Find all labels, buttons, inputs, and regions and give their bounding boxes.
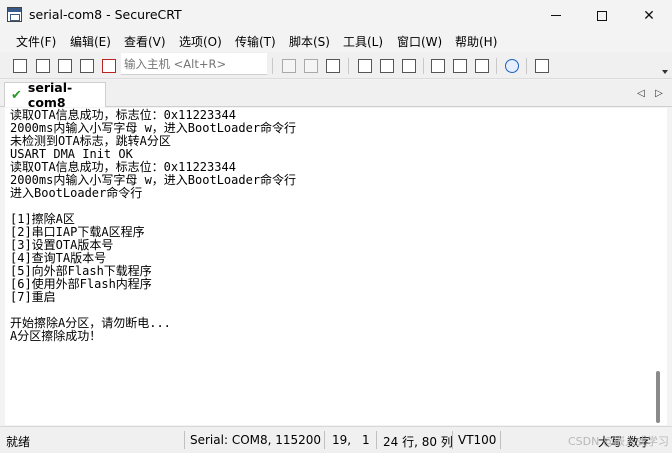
disconnect-icon[interactable] (99, 56, 118, 75)
minimize-button[interactable] (533, 0, 579, 31)
status-ready: 就绪 (6, 435, 31, 449)
menu-options[interactable]: 选项(O) (179, 33, 222, 50)
terminal-line: [7]重启 (10, 290, 56, 304)
minimize-icon (551, 15, 561, 16)
terminal-line: 进入BootLoader命令行 (10, 186, 143, 200)
maximize-icon (597, 10, 607, 21)
status-separator (376, 431, 377, 449)
toolbar-separator (272, 58, 273, 74)
session-options-icon[interactable] (428, 56, 447, 75)
find-icon[interactable] (323, 56, 342, 75)
menu-script[interactable]: 脚本(S) (289, 33, 330, 50)
status-size: 24 行, 80 列 (383, 435, 453, 449)
print-setup-icon[interactable] (355, 56, 374, 75)
tab-scroll-right-icon[interactable]: ▷ (654, 87, 664, 99)
sftp-icon[interactable] (532, 56, 551, 75)
watermark: CSDN @嵌入式学习 (568, 435, 669, 448)
connect-in-tab-icon[interactable] (55, 56, 74, 75)
toolbar (0, 52, 672, 79)
menu-help[interactable]: 帮助(H) (455, 33, 497, 50)
status-separator (184, 431, 185, 449)
menu-bar: 文件(F) 编辑(E) 查看(V) 选项(O) 传输(T) 脚本(S) 工具(L… (0, 31, 672, 51)
quick-connect-icon[interactable] (33, 56, 52, 75)
copy-icon[interactable] (279, 56, 298, 75)
maximize-button[interactable] (579, 0, 625, 31)
toolbar-separator (348, 58, 349, 74)
tab-serial-com8[interactable]: ✔ serial-com8 (4, 80, 106, 110)
paste-icon[interactable] (301, 56, 320, 75)
vertical-scrollbar[interactable] (651, 108, 667, 425)
status-separator (500, 431, 501, 449)
menu-transfer[interactable]: 传输(T) (235, 33, 276, 50)
terminal-output[interactable]: 读取OTA信息成功，标志位：0x11223344 2000ms内输入小写字母 w… (5, 108, 651, 425)
tab-bar: ✔ serial-com8 ◁ ▷ (0, 80, 672, 110)
print-selection-icon[interactable] (399, 56, 418, 75)
close-button[interactable]: ✕ (626, 0, 672, 31)
connect-icon[interactable] (10, 56, 29, 75)
close-icon: ✕ (643, 7, 655, 24)
status-serial: Serial: COM8, 115200 (190, 433, 322, 447)
toolbar-overflow-icon[interactable] (662, 60, 669, 76)
menu-file[interactable]: 文件(F) (16, 33, 56, 50)
status-separator (452, 431, 453, 449)
tab-label: serial-com8 (27, 80, 73, 110)
print-icon[interactable] (377, 56, 396, 75)
keymap-icon[interactable] (472, 56, 491, 75)
connected-check-icon: ✔ (11, 87, 22, 103)
toolbar-separator (526, 58, 527, 74)
toolbar-separator (496, 58, 497, 74)
help-icon[interactable] (502, 56, 521, 75)
menu-edit[interactable]: 编辑(E) (70, 33, 111, 50)
scrollbar-thumb[interactable] (656, 371, 660, 423)
menu-window[interactable]: 窗口(W) (397, 33, 442, 50)
securecrt-app-icon[interactable] (7, 7, 22, 22)
status-row: 19, (332, 433, 352, 447)
toolbar-separator (423, 58, 424, 74)
terminal-line: A分区擦除成功！ (10, 329, 102, 343)
window-title: serial-com8 - SecureCRT (29, 7, 182, 22)
global-options-icon[interactable] (450, 56, 469, 75)
menu-tools[interactable]: 工具(L) (343, 33, 383, 50)
title-bar: serial-com8 - SecureCRT ✕ (0, 0, 672, 31)
reconnect-icon[interactable] (77, 56, 96, 75)
menu-view[interactable]: 查看(V) (124, 33, 166, 50)
status-emulation: VT100 (458, 433, 497, 447)
host-input[interactable] (121, 53, 267, 75)
tab-scroll-left-icon[interactable]: ◁ (636, 87, 646, 99)
status-separator (324, 431, 325, 449)
status-col: 1 (362, 433, 370, 447)
